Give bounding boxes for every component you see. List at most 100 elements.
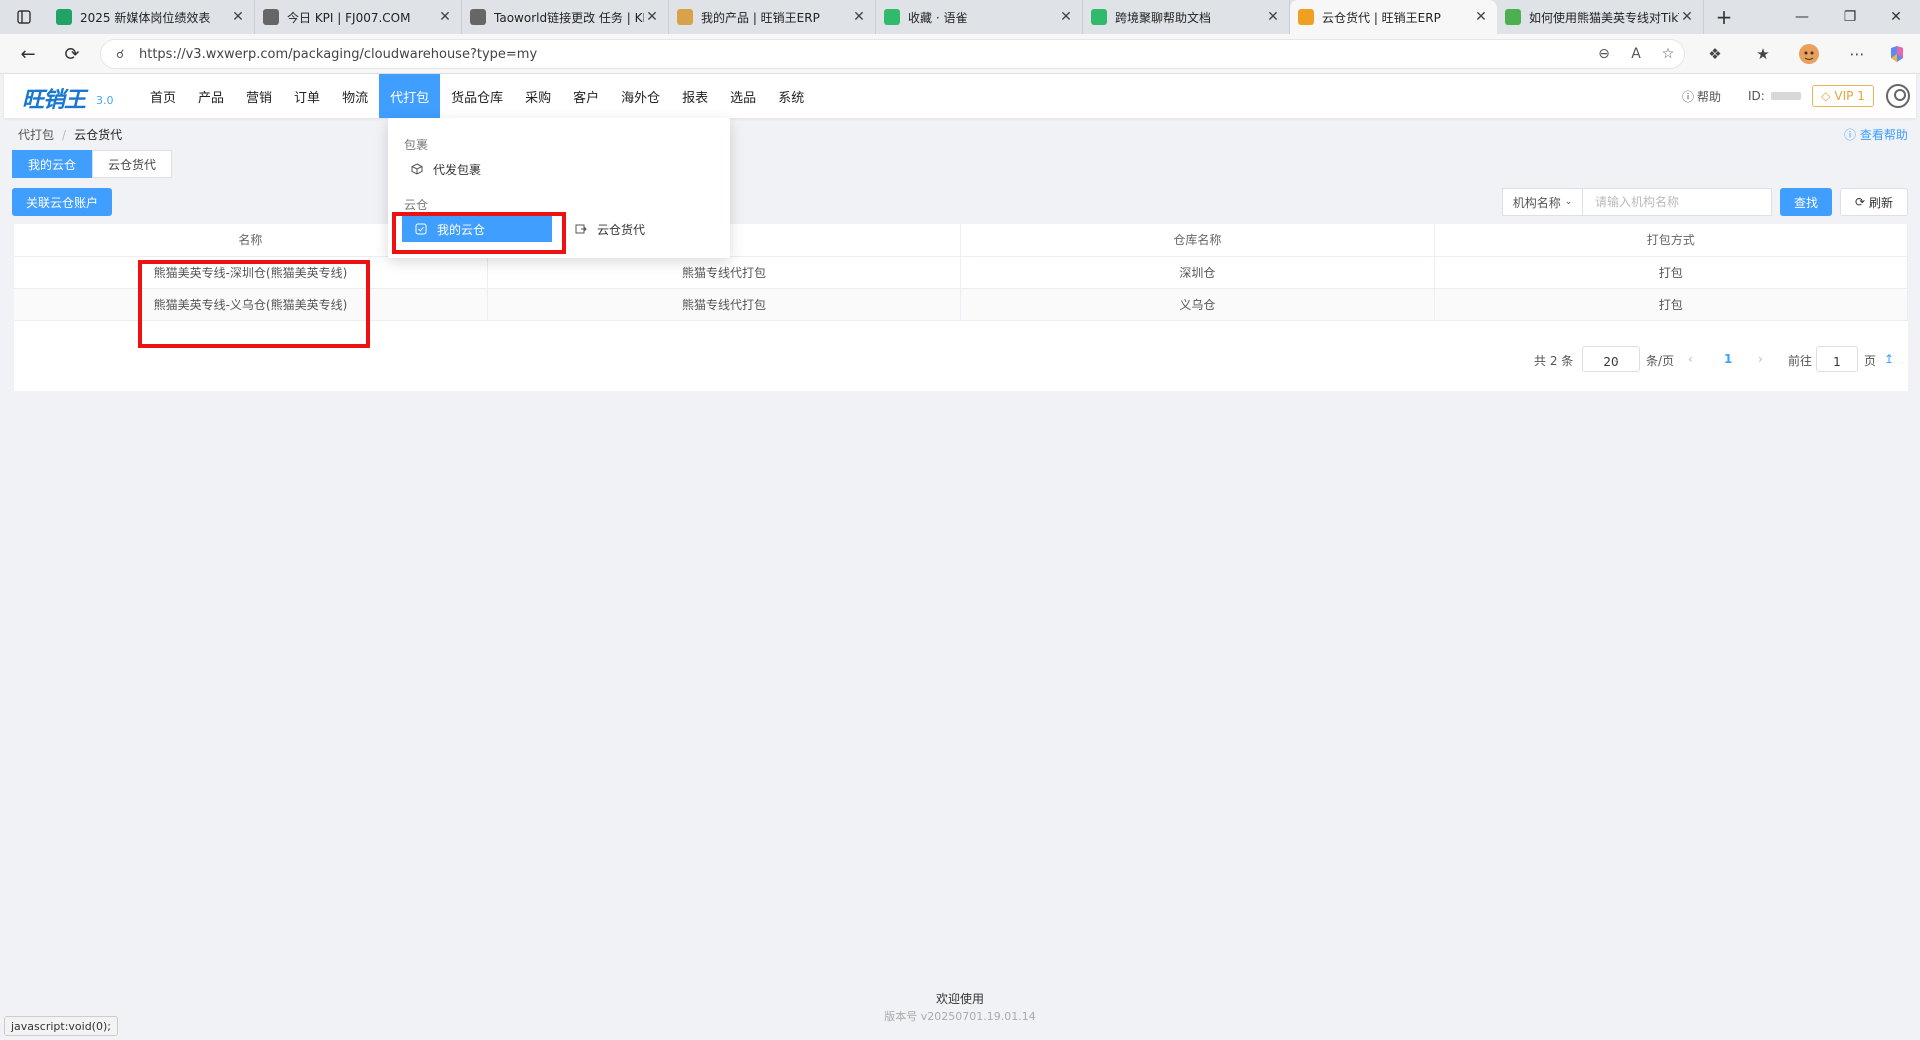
browser-tab[interactable]: 收藏 · 语雀 ✕ (876, 0, 1083, 34)
more-menu-icon[interactable]: ⋯ (1844, 42, 1870, 66)
close-tab-icon[interactable]: ✕ (1058, 9, 1074, 25)
vip-label: VIP 1 (1834, 89, 1865, 103)
browser-tab[interactable]: Taoworld链接更改 任务 | KPI ✕ (462, 0, 669, 34)
search-field-select[interactable]: 机构名称 ⌄ (1502, 188, 1582, 216)
tab-actions-icon[interactable] (0, 0, 48, 34)
nav-menu-item[interactable]: 产品 (187, 74, 235, 118)
per-page-label: 条/页 (1646, 354, 1675, 368)
nav-menu-item[interactable]: 物流 (331, 74, 379, 118)
box-icon (410, 163, 424, 175)
read-aloud-icon[interactable]: A (1620, 46, 1652, 62)
page-number[interactable]: 1 (1724, 352, 1732, 366)
menu-item-package-agent[interactable]: 代发包裹 (398, 156, 548, 182)
menu-item-my-cloud[interactable]: 我的云仓 (402, 216, 552, 242)
table-cell: 熊猫专线代打包 (487, 256, 962, 289)
url-text: https://v3.wxwerp.com/packaging/cloudwar… (139, 46, 538, 62)
yuque-icon (884, 9, 900, 25)
browser-tab[interactable]: 2025 新媒体岗位绩效表 ✕ (48, 0, 255, 34)
table-cell: 熊猫美英专线-深圳仓(熊猫美英专线) (14, 256, 488, 289)
restore-icon[interactable]: ❐ (1826, 0, 1874, 34)
pagination: 共 2 条 20 ⌄ 条/页 ‹ 1 › 前往 1 页 ↥ (14, 344, 1908, 374)
version-text: 版本号 v20250701.19.01.14 (884, 1010, 1036, 1023)
nav-menu-item[interactable]: 采购 (514, 74, 562, 118)
reload-icon[interactable]: ⟳ (58, 40, 86, 68)
prev-page-icon[interactable]: ‹ (1688, 352, 1693, 366)
export-icon (574, 223, 588, 235)
menu-item-cloud-agent[interactable]: 云仓货代 (562, 216, 712, 242)
goto-page-input[interactable]: 1 (1816, 346, 1858, 372)
user-avatar-icon[interactable] (1886, 84, 1910, 108)
menu-item-label: 代发包裹 (433, 162, 482, 177)
profile-avatar[interactable] (1796, 42, 1822, 66)
nav-menu-item[interactable]: 货品仓库 (440, 74, 514, 118)
nav-menu-item[interactable]: 系统 (767, 74, 815, 118)
refresh-button[interactable]: ⟳ 刷新 (1840, 188, 1908, 216)
packaging-dropdown-menu: 包裹 代发包裹 云仓 我的云仓 云仓货代 (388, 118, 730, 258)
link-cloud-account-button[interactable]: 关联云仓账户 (12, 188, 112, 216)
goto-page-value: 1 (1833, 355, 1841, 369)
table-cell: 打包 (1434, 288, 1909, 321)
nav-menu-item[interactable]: 营销 (235, 74, 283, 118)
id-value-blurred (1770, 92, 1801, 100)
globe-icon (263, 9, 279, 25)
browser-tab[interactable]: 我的产品 | 旺销王ERP ✕ (669, 0, 876, 34)
browser-tab[interactable]: 今日 KPI | FJ007.COM ✕ (255, 0, 462, 34)
close-tab-icon[interactable]: ✕ (1473, 9, 1489, 25)
app-logo[interactable]: 旺销王 (22, 82, 86, 114)
zoom-icon[interactable]: ⊖ (1588, 46, 1620, 62)
nav-menu-item[interactable]: 客户 (562, 74, 610, 118)
back-icon[interactable]: ← (14, 40, 42, 68)
new-tab-button[interactable]: + (1704, 0, 1744, 34)
nav-menu-item[interactable]: 选品 (719, 74, 767, 118)
favorites-icon[interactable]: ★ (1750, 42, 1776, 66)
welcome-text: 欢迎使用 (935, 992, 984, 1006)
close-tab-icon[interactable]: ✕ (1265, 9, 1281, 25)
table-cell: 熊猫专线代打包 (487, 288, 962, 321)
search-button[interactable]: 查找 (1780, 188, 1832, 216)
nav-menu-item[interactable]: 订单 (283, 74, 331, 118)
site-info-icon[interactable]: ☌ (101, 47, 139, 61)
view-help-link[interactable]: ⓘ 查看帮助 (1844, 126, 1908, 143)
page-size-select[interactable]: 20 ⌄ (1582, 346, 1640, 372)
sheet-icon (56, 9, 72, 25)
copilot-icon[interactable] (1884, 42, 1910, 66)
help-button[interactable]: ⓘ 帮助 (1682, 74, 1721, 118)
table-row[interactable]: 熊猫美英专线-深圳仓(熊猫美英专线) 熊猫专线代打包 深圳仓 打包 (14, 256, 1909, 289)
close-tab-icon[interactable]: ✕ (230, 9, 246, 25)
page-icon (1298, 9, 1314, 25)
app-version: 3.0 (96, 94, 114, 107)
status-bar: javascript:void(0); (4, 1016, 118, 1036)
page-icon (677, 9, 693, 25)
browser-tab[interactable]: 如何使用熊猫美英专线对TikTok✕ (1497, 0, 1704, 34)
close-tab-icon[interactable]: ✕ (851, 9, 867, 25)
table-cell: 熊猫美英专线-义乌仓(熊猫美英专线) (14, 288, 488, 321)
chevron-down-icon: ⌄ (1564, 197, 1573, 207)
address-bar: ← ⟳ ☌ https://v3.wxwerp.com/packaging/cl… (0, 34, 1920, 74)
close-tab-icon[interactable]: ✕ (644, 9, 660, 25)
tab-cloud-agent[interactable]: 云仓货代 (92, 150, 173, 178)
favorite-star-icon[interactable]: ☆ (1652, 46, 1684, 62)
vip-badge[interactable]: ◇ VIP 1 (1812, 85, 1874, 107)
next-page-icon[interactable]: › (1758, 352, 1763, 366)
minimize-icon[interactable]: — (1778, 0, 1826, 34)
extensions-icon[interactable]: ❖ (1702, 42, 1728, 66)
app-container: 旺销王 3.0 首页 产品 营销 订单 物流 代打包 货品仓库 采购 客户 海外仓 报表 选品 系统 ⓘ… (4, 74, 1916, 1036)
close-tab-icon[interactable]: ✕ (1679, 9, 1695, 25)
close-window-icon[interactable]: ✕ (1872, 0, 1920, 34)
breadcrumb-item[interactable]: 代打包 (18, 128, 54, 142)
nav-menu-item[interactable]: 首页 (139, 74, 187, 118)
nav-menu-item[interactable]: 代打包 (379, 74, 441, 118)
table-row[interactable]: 熊猫美英专线-义乌仓(熊猫美英专线) 熊猫专线代打包 义乌仓 打包 (14, 288, 1909, 321)
tab-my-cloud[interactable]: 我的云仓 (12, 150, 93, 178)
close-tab-icon[interactable]: ✕ (437, 9, 453, 25)
nav-menu-item[interactable]: 报表 (671, 74, 719, 118)
goto-label: 前往 (1788, 354, 1813, 368)
url-field[interactable]: ☌ https://v3.wxwerp.com/packaging/cloudw… (100, 39, 1685, 69)
question-icon: ⓘ (1844, 128, 1857, 142)
back-to-top-icon[interactable]: ↥ (1884, 352, 1894, 366)
search-input[interactable] (1582, 188, 1772, 216)
browser-tab[interactable]: 跨境聚聊帮助文档 ✕ (1083, 0, 1290, 34)
breadcrumb-current: 云仓货代 (74, 128, 123, 142)
nav-menu-item[interactable]: 海外仓 (610, 74, 671, 118)
browser-tab[interactable]: 云仓货代 | 旺销王ERP ✕ (1290, 0, 1497, 34)
